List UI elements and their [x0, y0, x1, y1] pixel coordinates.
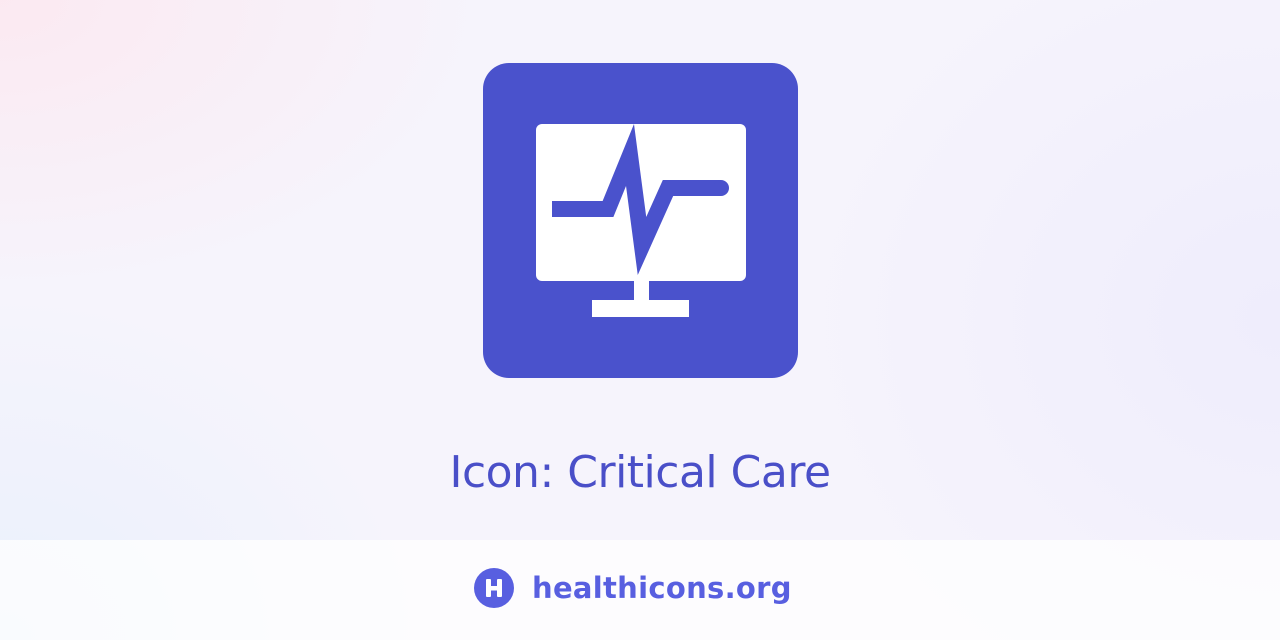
- monitor-neck: [634, 281, 649, 303]
- critical-care-icon-tile: [483, 63, 798, 378]
- page-title: Icon: Critical Care: [449, 447, 831, 498]
- healthicons-logo-icon: [474, 568, 514, 608]
- monitor-base: [592, 300, 689, 317]
- brand-link[interactable]: healthicons.org: [474, 568, 792, 608]
- site-name: healthicons.org: [532, 571, 792, 605]
- critical-care-icon: [536, 124, 746, 317]
